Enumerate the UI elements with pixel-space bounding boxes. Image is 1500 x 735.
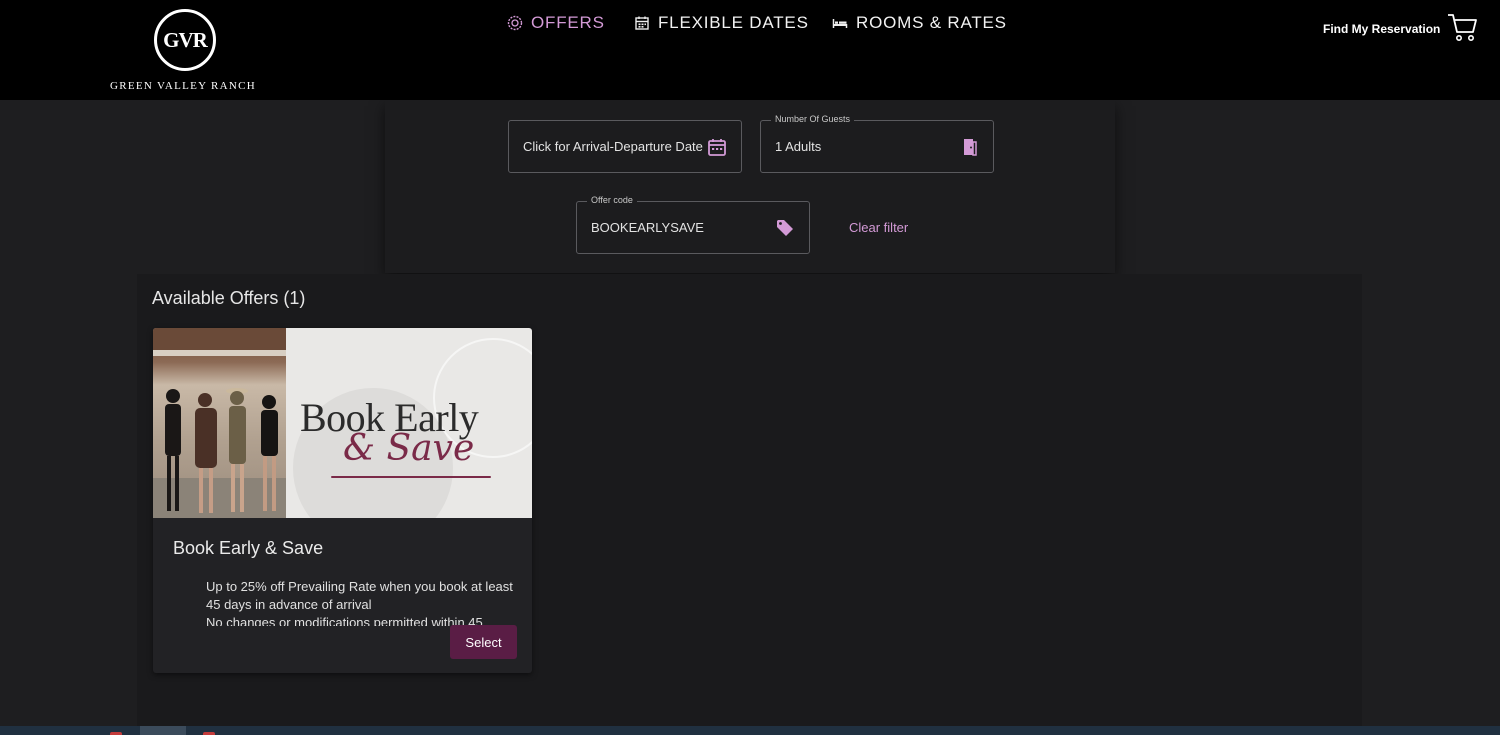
calendar-icon — [635, 16, 649, 30]
people-silhouettes — [153, 328, 286, 518]
number-of-guests-field[interactable]: Number Of Guests 1 Adults — [760, 114, 994, 173]
image-script-text: & Save — [343, 428, 475, 469]
arrival-departure-date-field[interactable]: Click for Arrival-Departure Date — [508, 120, 742, 173]
offer-card-details: Up to 25% off Prevailing Rate when you b… — [206, 578, 526, 626]
select-offer-button[interactable]: Select — [450, 625, 517, 659]
guests-field-value: 1 Adults — [775, 139, 822, 154]
nav-rooms-rates-label: ROOMS & RATES — [856, 13, 1007, 32]
offer-card-image: Book Early & Save — [153, 328, 532, 518]
offer-card: Book Early & Save Book Early & Save Up t… — [153, 328, 532, 673]
bed-icon — [832, 19, 848, 28]
offer-code-value: BOOKEARLYSAVE — [591, 220, 704, 235]
image-underline-swash — [331, 476, 491, 478]
offer-detail-item: Up to 25% off Prevailing Rate when you b… — [206, 578, 526, 614]
taskbar-active-app[interactable] — [140, 726, 186, 735]
date-field-value: Click for Arrival-Departure Date — [523, 139, 703, 154]
logo-monogram-circle: GVR — [154, 9, 216, 71]
nav-offers-label: OFFERS — [531, 13, 605, 32]
nav-flexible-dates-label: FLEXIBLE DATES — [658, 13, 809, 32]
nav-offers[interactable]: OFFERS — [507, 12, 605, 34]
shopping-cart-icon[interactable] — [1446, 10, 1480, 44]
offer-code-legend: Offer code — [587, 195, 637, 205]
guests-field-legend: Number Of Guests — [771, 114, 855, 124]
offer-card-title: Book Early & Save — [173, 538, 324, 558]
offer-photo-women-walking — [153, 328, 286, 518]
nav-flexible-dates[interactable]: FLEXIBLE DATES — [634, 12, 809, 34]
logo-wordmark: GREEN VALLEY RANCH — [110, 80, 257, 92]
logo-monogram: GVR — [163, 27, 208, 52]
green-valley-ranch-logo[interactable]: GVR GREEN VALLEY RANCH — [110, 8, 262, 96]
calendar-icon — [708, 139, 726, 156]
door-icon — [964, 139, 977, 156]
clear-filter-link[interactable]: Clear filter — [849, 220, 908, 235]
available-offers-heading: Available Offers (1) — [152, 288, 306, 308]
tag-icon — [777, 220, 793, 236]
nav-rooms-rates[interactable]: ROOMS & RATES — [832, 12, 1007, 34]
os-taskbar — [0, 726, 1500, 735]
top-navigation-bar: GVR GREEN VALLEY RANCH OFFERS FLEXIBLE D… — [0, 0, 1500, 100]
find-my-reservation-link[interactable]: Find My Reservation — [1323, 22, 1440, 36]
offers-badge-icon — [507, 15, 523, 31]
offer-code-field[interactable]: Offer code BOOKEARLYSAVE — [576, 195, 810, 254]
